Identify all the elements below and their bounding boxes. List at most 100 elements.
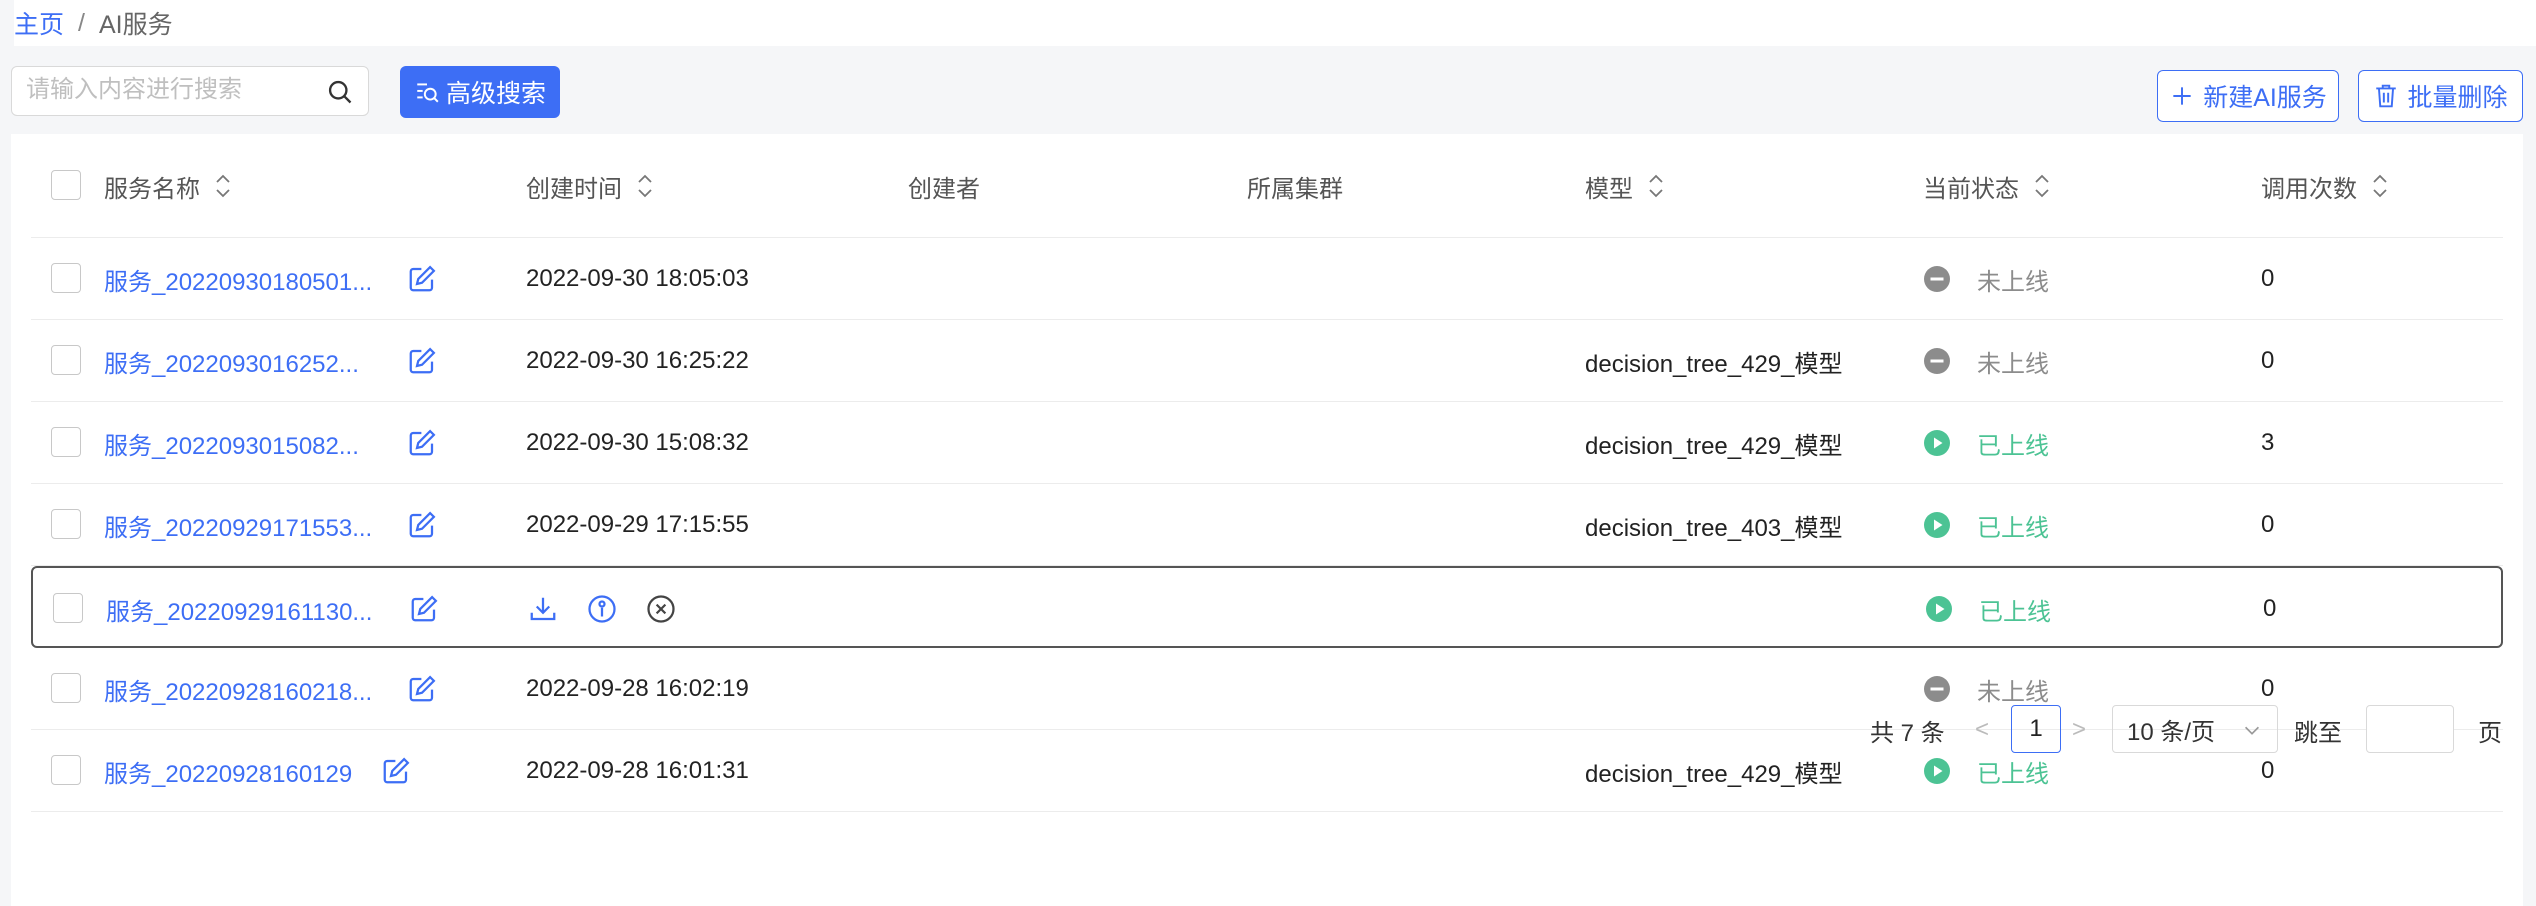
table-row[interactable]: 服务_20220930180501... 2022-09-30 18:05:03… [31,238,2503,320]
offline-status-icon [1923,347,1951,375]
row-checkbox[interactable] [51,345,81,375]
service-name-link[interactable]: 服务_20220929161130... [106,568,372,650]
batch-delete-button[interactable]: 批量删除 [2358,70,2523,122]
status-label: 已上线 [1977,432,2049,460]
edit-icon[interactable] [407,510,437,540]
row-edit [409,568,439,650]
close-circle-icon[interactable] [646,594,676,624]
table-row[interactable]: 服务_2022093016252... 2022-09-30 16:25:22 … [31,320,2503,402]
pagination-total: 共 7 条 [1870,719,1945,747]
row-checkbox[interactable] [51,427,81,457]
toolbar: 高级搜索 新建AI服务 批量删除 [0,60,2536,130]
online-status-icon [1923,511,1951,539]
status-cell: 已上线 [1925,568,2051,650]
pagination-prev-button[interactable]: < [1975,705,1989,755]
sort-icon[interactable] [1645,171,1667,201]
edit-icon[interactable] [409,594,439,624]
jump-page-input[interactable] [2366,705,2454,753]
column-header-status[interactable]: 当前状态 [1923,134,2053,238]
created-at-cell: 2022-09-30 18:05:03 [526,265,749,292]
column-header-cluster: 所属集群 [1247,134,1343,238]
edit-icon[interactable] [407,428,437,458]
calls-cell: 0 [2261,511,2275,538]
pagination-next-button[interactable]: > [2072,705,2086,755]
column-header-calls[interactable]: 调用次数 [2261,134,2391,238]
service-name-link[interactable]: 服务_20220930180501... [104,238,372,320]
status-label: 已上线 [1977,760,2049,788]
new-ai-service-button[interactable]: 新建AI服务 [2157,70,2339,122]
row-checkbox[interactable] [51,673,81,703]
plus-icon [2173,87,2191,105]
service-table-card: 服务名称 创建时间 创建者 所属集群 模型 当前状态 调用次数 服务_20220… [11,134,2523,906]
table-header: 服务名称 创建时间 创建者 所属集群 模型 当前状态 调用次数 [31,134,2503,238]
search-box [11,66,369,116]
online-status-icon [1923,429,1951,457]
edit-icon[interactable] [407,264,437,294]
column-header-creator: 创建者 [908,134,980,238]
row-checkbox[interactable] [53,593,83,623]
edit-icon[interactable] [407,346,437,376]
row-edit [407,320,437,402]
service-name-link[interactable]: 服务_2022093016252... [104,320,359,402]
row-action [646,568,676,650]
table-row[interactable]: 服务_2022093015082... 2022-09-30 15:08:32 … [31,402,2503,484]
edit-icon[interactable] [381,756,411,786]
column-header-calls-label: 调用次数 [2261,175,2357,203]
column-header-model-label: 模型 [1585,175,1633,203]
advanced-search-button[interactable]: 高级搜索 [400,66,560,118]
status-label: 未上线 [1977,350,2049,378]
column-header-model[interactable]: 模型 [1585,134,1667,238]
status-cell: 已上线 [1923,484,2049,566]
batch-delete-label: 批量删除 [2407,84,2508,112]
edit-icon[interactable] [407,674,437,704]
table-row[interactable]: 服务_20220929161130... 已上线 0 [31,566,2503,648]
pagination: 共 7 条 < 1 > 10 条/页 跳至 页 [0,705,2536,755]
sort-icon[interactable] [634,171,656,201]
calls-cell: 0 [2263,595,2277,622]
model-cell: decision_tree_403_模型 [1585,514,1843,542]
row-checkbox[interactable] [51,509,81,539]
status-label: 已上线 [1977,514,2049,542]
calls-cell: 0 [2261,265,2275,292]
sort-icon[interactable] [212,171,234,201]
breadcrumb: 主页 / AI服务 [14,0,2536,46]
created-at-cell: 2022-09-29 17:15:55 [526,511,749,538]
pagination-page-1[interactable]: 1 [2011,705,2061,753]
row-checkbox[interactable] [51,755,81,785]
status-label: 未上线 [1977,678,2049,706]
page-size-value: 10 条/页 [2127,718,2216,746]
breadcrumb-current: AI服务 [98,11,173,39]
download-icon[interactable] [528,594,558,624]
sort-icon[interactable] [2369,171,2391,201]
row-checkbox[interactable] [51,263,81,293]
model-cell: decision_tree_429_模型 [1585,350,1843,378]
table-row[interactable]: 服务_20220929171553... 2022-09-29 17:15:55… [31,484,2503,566]
row-edit [407,402,437,484]
search-input[interactable] [26,67,326,113]
column-header-name[interactable]: 服务名称 [104,134,234,238]
row-action [587,568,617,650]
column-header-created-at-label: 创建时间 [526,175,622,203]
column-header-created-at[interactable]: 创建时间 [526,134,656,238]
jump-label: 跳至 [2294,719,2342,747]
status-label: 已上线 [1979,598,2051,626]
service-name-link[interactable]: 服务_2022093015082... [104,402,359,484]
breadcrumb-separator: / [78,8,85,37]
select-all-checkbox[interactable] [51,170,81,200]
offline-status-icon [1923,265,1951,293]
status-cell: 未上线 [1923,320,2049,402]
service-name-link[interactable]: 服务_20220929171553... [104,484,372,566]
status-label: 未上线 [1977,268,2049,296]
row-edit [407,484,437,566]
info-icon[interactable] [587,594,617,624]
breadcrumb-home-link[interactable]: 主页 [14,5,64,41]
page-size-select[interactable]: 10 条/页 [2112,705,2278,753]
new-ai-service-label: 新建AI服务 [2203,84,2327,112]
sort-icon[interactable] [2031,171,2053,201]
trash-icon [2376,84,2397,108]
model-cell: decision_tree_429_模型 [1585,432,1843,460]
status-cell: 已上线 [1923,402,2049,484]
advanced-search-icon [417,83,439,103]
calls-cell: 0 [2261,347,2275,374]
search-icon[interactable] [326,78,354,106]
